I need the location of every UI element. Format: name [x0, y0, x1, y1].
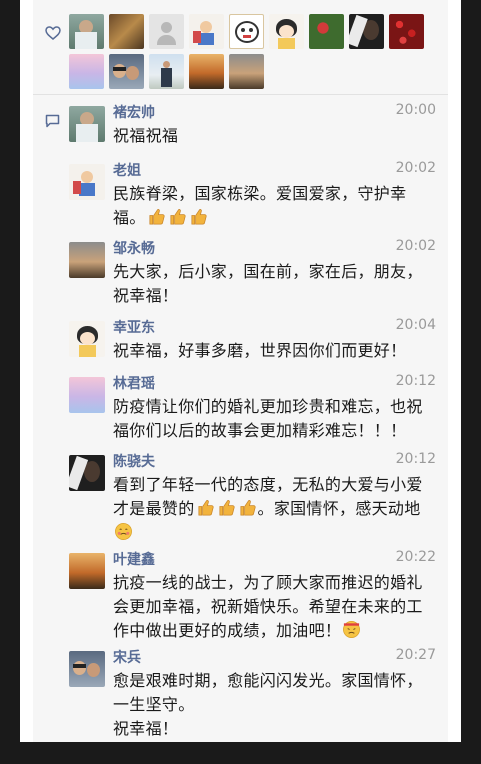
liker-avatar-pastel-sky[interactable] — [69, 54, 104, 89]
liker-avatar-grid — [69, 14, 445, 89]
liker-avatar-cartoon-superhero[interactable] — [189, 14, 224, 49]
heart-outline-icon — [45, 26, 61, 40]
comment-time: 20:04 — [395, 317, 436, 333]
thumbs-up-emoji — [170, 209, 186, 225]
comment-time: 20:02 — [395, 238, 436, 254]
comment-time: 20:00 — [395, 102, 436, 118]
liker-avatar-soccer-player[interactable] — [69, 14, 104, 49]
liker-avatar-selfie-couple[interactable] — [109, 54, 144, 89]
thumbs-up-emoji — [149, 209, 165, 225]
commenter-avatar[interactable] — [69, 242, 105, 278]
comment-text: 愈是艰难时期，愈能闪闪发光。家国情怀， 一生坚守。 祝幸福！ — [113, 671, 423, 738]
commenter-name[interactable]: 褚宏帅 — [113, 102, 155, 122]
thumbs-up-emoji — [191, 209, 207, 225]
commenter-name[interactable]: 林君瑶 — [113, 373, 155, 393]
commenter-avatar[interactable] — [69, 377, 105, 413]
comment-item[interactable]: 幸亚东 20:04 祝幸福，好事多磨，世界因你们而更好！ — [69, 317, 436, 371]
liker-avatar-cartoon-girl[interactable] — [269, 14, 304, 49]
phone-screen: 褚宏帅 20:00 祝福祝福 老姐 20:02 民族脊梁，国家栋梁。爱国爱家，守… — [20, 0, 461, 742]
comment-text: 抗疫一线的战士，为了顾大家而推迟的婚礼 会更加幸福，祝新婚快乐。希望在未来的工 … — [113, 573, 423, 640]
flexed-emoji — [343, 621, 361, 638]
commenter-avatar[interactable] — [69, 553, 105, 589]
comment-text: 先大家，后小家，国在前，家在后，朋友， 祝幸福！ — [113, 262, 423, 305]
liker-avatar-sunset-field[interactable] — [189, 54, 224, 89]
liker-avatar-horse-painting[interactable] — [109, 14, 144, 49]
comment-text: 看到了年轻一代的态度，无私的大爱与小爱 才是最赞的 。家国情怀，感天动地 — [113, 473, 436, 545]
comment-time: 20:22 — [395, 549, 436, 565]
liker-avatar-man-standing[interactable] — [149, 54, 184, 89]
commenter-avatar[interactable] — [69, 651, 105, 687]
comment-text: 祝福祝福 — [113, 126, 179, 145]
comment-time: 20:12 — [395, 373, 436, 389]
comment-bubble-icon — [45, 114, 60, 128]
thumbs-up-emoji — [239, 500, 256, 516]
comment-time: 20:12 — [395, 451, 436, 467]
moved-emoji — [115, 523, 132, 540]
comment-item[interactable]: 叶建鑫 20:22 抗疫一线的战士，为了顾大家而推迟的婚礼 会更加幸福，祝新婚快… — [69, 549, 436, 645]
comment-item[interactable]: 林君瑶 20:12 防疫情让你们的婚礼更加珍贵和难忘，也祝 福你们以后的故事会更… — [69, 373, 436, 451]
commenter-name[interactable]: 幸亚东 — [113, 317, 155, 337]
comment-item[interactable]: 老姐 20:02 民族脊梁，国家栋梁。爱国爱家，守护幸 福。 — [69, 160, 436, 238]
section-divider — [33, 94, 448, 95]
commenter-avatar[interactable] — [69, 321, 105, 357]
photo-frame: 褚宏帅 20:00 祝福祝福 老姐 20:02 民族脊梁，国家栋梁。爱国爱家，守… — [0, 0, 481, 764]
comment-item[interactable]: 褚宏帅 20:00 祝福祝福 — [69, 102, 436, 154]
comment-text: 民族脊梁，国家栋梁。爱国爱家，守护幸 福。 — [113, 184, 407, 227]
commenter-avatar[interactable] — [69, 106, 105, 142]
moments-interaction-panel: 褚宏帅 20:00 祝福祝福 老姐 20:02 民族脊梁，国家栋梁。爱国爱家，守… — [33, 0, 448, 742]
liker-avatar-red-flowers[interactable] — [309, 14, 344, 49]
comment-item[interactable]: 陈骁夫 20:12 看到了年轻一代的态度，无私的大爱与小爱 才是最赞的 。家国情怀… — [69, 451, 436, 547]
commenter-name[interactable]: 老姐 — [113, 160, 141, 180]
commenter-name[interactable]: 陈骁夫 — [113, 451, 155, 471]
liker-avatar-default-gray[interactable] — [149, 14, 184, 49]
liker-avatar-cloudy-sunset[interactable] — [229, 54, 264, 89]
comment-text: 防疫情让你们的婚礼更加珍贵和难忘，也祝 福你们以后的故事会更加精彩难忘！！！ — [113, 397, 423, 440]
commenter-name[interactable]: 邹永畅 — [113, 238, 155, 258]
comment-item[interactable]: 邹永畅 20:02 先大家，后小家，国在前，家在后，朋友， 祝幸福！ — [69, 238, 436, 316]
liker-avatar-red-berries[interactable] — [389, 14, 424, 49]
liker-avatar-dark-portrait[interactable] — [349, 14, 384, 49]
liker-avatar-cartoon-face[interactable] — [229, 14, 264, 49]
comment-time: 20:02 — [395, 160, 436, 176]
commenter-avatar[interactable] — [69, 455, 105, 491]
thumbs-up-emoji — [197, 500, 214, 516]
commenter-name[interactable]: 叶建鑫 — [113, 549, 155, 569]
comment-time: 20:27 — [395, 647, 436, 663]
thumbs-up-emoji — [218, 500, 235, 516]
likes-section — [33, 0, 448, 94]
commenter-name[interactable]: 宋兵 — [113, 647, 141, 667]
comment-item[interactable]: 宋兵 20:27 愈是艰难时期，愈能闪闪发光。家国情怀， 一生坚守。 祝幸福！ — [69, 647, 436, 742]
comment-text: 祝幸福，好事多磨，世界因你们而更好！ — [113, 341, 407, 360]
commenter-avatar[interactable] — [69, 164, 105, 200]
